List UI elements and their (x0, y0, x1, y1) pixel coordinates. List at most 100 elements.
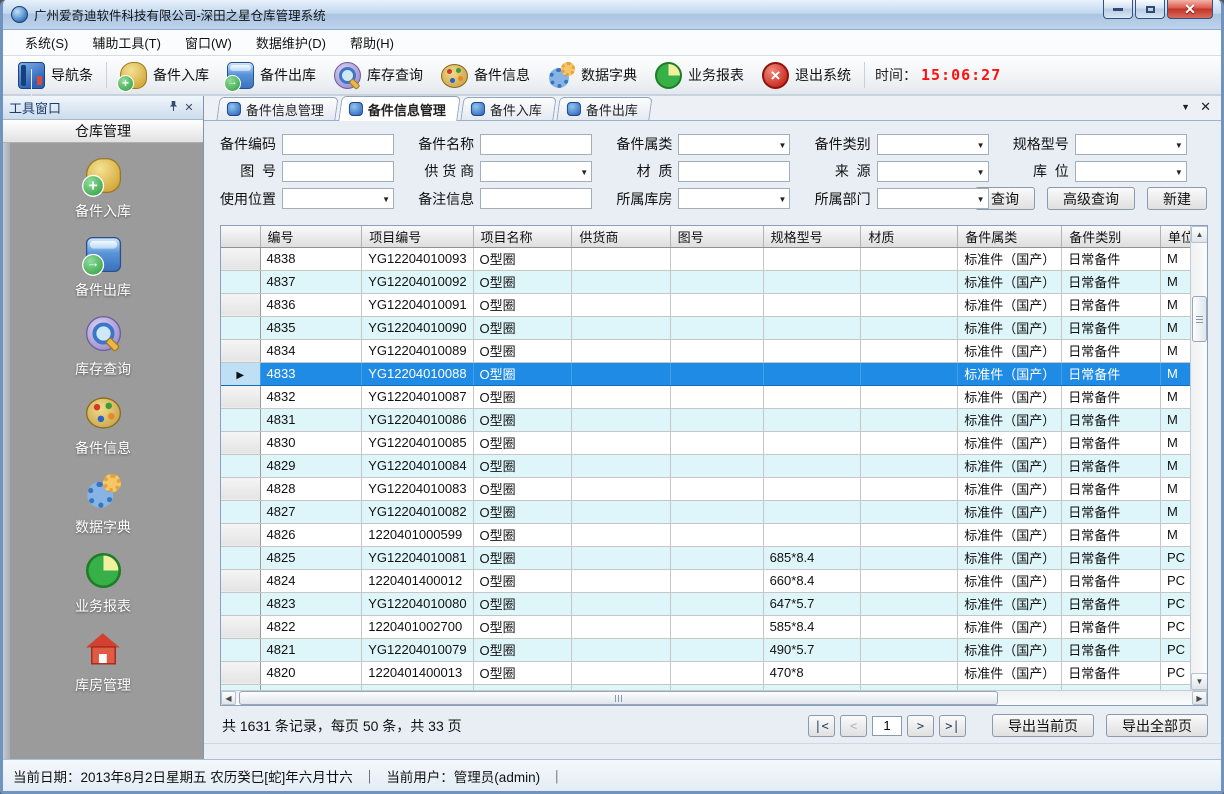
table-row[interactable]: 4834YG12204010089O型圈标准件（国产）日常备件M (221, 339, 1190, 362)
material-input[interactable] (678, 161, 790, 182)
row-selector-cell[interactable] (221, 270, 260, 293)
table-row[interactable]: 4837YG12204010092O型圈标准件（国产）日常备件M (221, 270, 1190, 293)
toolbar-parts-out[interactable]: 备件出库 (218, 60, 325, 91)
column-header-6[interactable]: 材质 (861, 226, 958, 247)
first-page-button[interactable]: |< (808, 715, 835, 737)
toolbar-nav-bar[interactable]: 导航条 (9, 60, 102, 91)
menu-item-data-maintain[interactable]: 数据维护(D) (244, 30, 338, 55)
toolbar-exit-system[interactable]: 退出系统 (753, 60, 860, 91)
horizontal-scrollbar[interactable]: ◀ ▶ (221, 690, 1207, 705)
table-row[interactable]: 4825YG12204010081O型圈685*8.4标准件（国产）日常备件PC (221, 546, 1190, 569)
table-row[interactable]: 4830YG12204010085O型圈标准件（国产）日常备件M (221, 431, 1190, 454)
vertical-scroll-thumb[interactable] (1192, 296, 1207, 342)
use-position-dropdown[interactable]: ▼ (282, 188, 394, 209)
table-row[interactable]: 48201220401400013O型圈470*8标准件（国产）日常备件PC (221, 661, 1190, 684)
scroll-up-icon[interactable]: ▲ (1191, 226, 1207, 243)
column-header-2[interactable]: 项目名称 (473, 226, 572, 247)
row-selector-cell[interactable] (221, 454, 260, 477)
menu-item-aux-tools[interactable]: 辅助工具(T) (80, 30, 173, 55)
toolbar-parts-info[interactable]: 备件信息 (432, 60, 539, 90)
column-header-7[interactable]: 备件属类 (958, 226, 1062, 247)
row-selector-cell[interactable] (221, 615, 260, 638)
tab-parts-info-mgmt-1[interactable]: 备件信息管理 (216, 97, 338, 120)
row-selector-cell[interactable] (221, 546, 260, 569)
advanced-query-button[interactable]: 高级查询 (1047, 187, 1135, 210)
sidebar-item-stock-query[interactable]: 库存查询 (43, 313, 163, 379)
menu-item-help[interactable]: 帮助(H) (338, 30, 406, 55)
column-header-4[interactable]: 图号 (670, 226, 763, 247)
table-row[interactable]: 4827YG12204010082O型圈标准件（国产）日常备件M (221, 500, 1190, 523)
row-selector-cell[interactable] (221, 316, 260, 339)
chevron-down-icon[interactable]: ▼ (1181, 102, 1190, 112)
column-header-5[interactable]: 规格型号 (763, 226, 861, 247)
row-selector-cell[interactable] (221, 523, 260, 546)
table-row[interactable]: 4832YG12204010087O型圈标准件（国产）日常备件M (221, 385, 1190, 408)
close-button[interactable]: ✕ (1167, 0, 1213, 19)
minimize-button[interactable] (1103, 0, 1133, 19)
pin-icon[interactable] (165, 100, 181, 115)
column-header-3[interactable]: 供货商 (572, 226, 670, 247)
row-selector-cell[interactable] (221, 247, 260, 270)
row-selector-cell[interactable] (221, 339, 260, 362)
row-selector-cell[interactable] (221, 431, 260, 454)
toolbar-stock-query[interactable]: 库存查询 (325, 60, 432, 91)
table-row[interactable]: 4823YG12204010080O型圈647*5.7标准件（国产）日常备件PC (221, 592, 1190, 615)
last-page-button[interactable]: >| (939, 715, 966, 737)
sidebar-item-data-dict[interactable]: 数据字典 (43, 471, 163, 537)
sidebar-item-biz-report[interactable]: 业务报表 (43, 550, 163, 616)
part-name-input[interactable] (480, 134, 592, 155)
prev-page-button[interactable]: < (840, 715, 867, 737)
table-row[interactable]: 4829YG12204010084O型圈标准件（国产）日常备件M (221, 454, 1190, 477)
table-row[interactable]: 48241220401400012O型圈660*8.4标准件（国产）日常备件PC (221, 569, 1190, 592)
scroll-down-icon[interactable]: ▼ (1191, 673, 1207, 690)
maximize-button[interactable] (1135, 0, 1165, 19)
sidebar-item-parts-in[interactable]: 备件入库 (43, 155, 163, 221)
toolbar-biz-report[interactable]: 业务报表 (646, 60, 753, 91)
sidebar-item-parts-info[interactable]: 备件信息 (43, 392, 163, 458)
horizontal-scroll-thumb[interactable] (239, 691, 998, 705)
tab-parts-info-mgmt-2[interactable]: 备件信息管理 (338, 96, 461, 121)
close-panel-icon[interactable]: ✕ (181, 101, 197, 114)
menu-item-window[interactable]: 窗口(W) (173, 30, 244, 55)
sidebar-item-parts-out[interactable]: 备件出库 (43, 234, 163, 300)
export-current-page-button[interactable]: 导出当前页 (992, 714, 1094, 737)
source-dropdown[interactable]: ▼ (877, 161, 989, 182)
table-row[interactable]: 48261220401000599O型圈标准件（国产）日常备件M (221, 523, 1190, 546)
table-row[interactable]: 4835YG12204010090O型圈标准件（国产）日常备件M (221, 316, 1190, 339)
row-selector-cell[interactable] (221, 569, 260, 592)
row-selector-cell[interactable] (221, 362, 260, 385)
warehouse-dropdown[interactable]: ▼ (678, 188, 790, 209)
row-selector-cell[interactable] (221, 638, 260, 661)
toolbar-parts-in[interactable]: 备件入库 (111, 60, 218, 91)
column-header-8[interactable]: 备件类别 (1062, 226, 1161, 247)
toolbar-data-dict[interactable]: 数据字典 (539, 60, 646, 91)
table-row[interactable]: 4833YG12204010088O型圈标准件（国产）日常备件M (221, 362, 1190, 385)
table-row[interactable]: 4831YG12204010086O型圈标准件（国产）日常备件M (221, 408, 1190, 431)
tab-close-icon[interactable]: ✕ (1200, 101, 1211, 113)
vertical-scrollbar[interactable]: ▲ ▼ (1190, 226, 1207, 690)
row-selector-cell[interactable] (221, 385, 260, 408)
spec-model-dropdown[interactable]: ▼ (1075, 134, 1187, 155)
location-dropdown[interactable]: ▼ (1075, 161, 1187, 182)
export-all-pages-button[interactable]: 导出全部页 (1106, 714, 1208, 737)
tab-parts-in[interactable]: 备件入库 (460, 97, 556, 120)
menu-item-system[interactable]: 系统(S) (13, 30, 80, 55)
scroll-left-icon[interactable]: ◀ (221, 691, 236, 705)
row-selector-cell[interactable] (221, 500, 260, 523)
new-button[interactable]: 新建 (1147, 187, 1207, 210)
row-selector-cell[interactable] (221, 477, 260, 500)
department-dropdown[interactable]: ▼ (877, 188, 989, 209)
part-type-dropdown[interactable]: ▼ (877, 134, 989, 155)
figure-no-input[interactable] (282, 161, 394, 182)
column-header-0[interactable]: 编号 (260, 226, 362, 247)
scroll-right-icon[interactable]: ▶ (1192, 691, 1207, 705)
supplier-dropdown[interactable]: ▼ (480, 161, 592, 182)
part-code-input[interactable] (282, 134, 394, 155)
row-selector-cell[interactable] (221, 293, 260, 316)
part-attr-dropdown[interactable]: ▼ (678, 134, 790, 155)
row-selector-cell[interactable] (221, 661, 260, 684)
remark-input[interactable] (480, 188, 592, 209)
table-row[interactable]: 4838YG12204010093O型圈标准件（国产）日常备件M (221, 247, 1190, 270)
next-page-button[interactable]: > (907, 715, 934, 737)
table-row[interactable]: 4828YG12204010083O型圈标准件（国产）日常备件M (221, 477, 1190, 500)
